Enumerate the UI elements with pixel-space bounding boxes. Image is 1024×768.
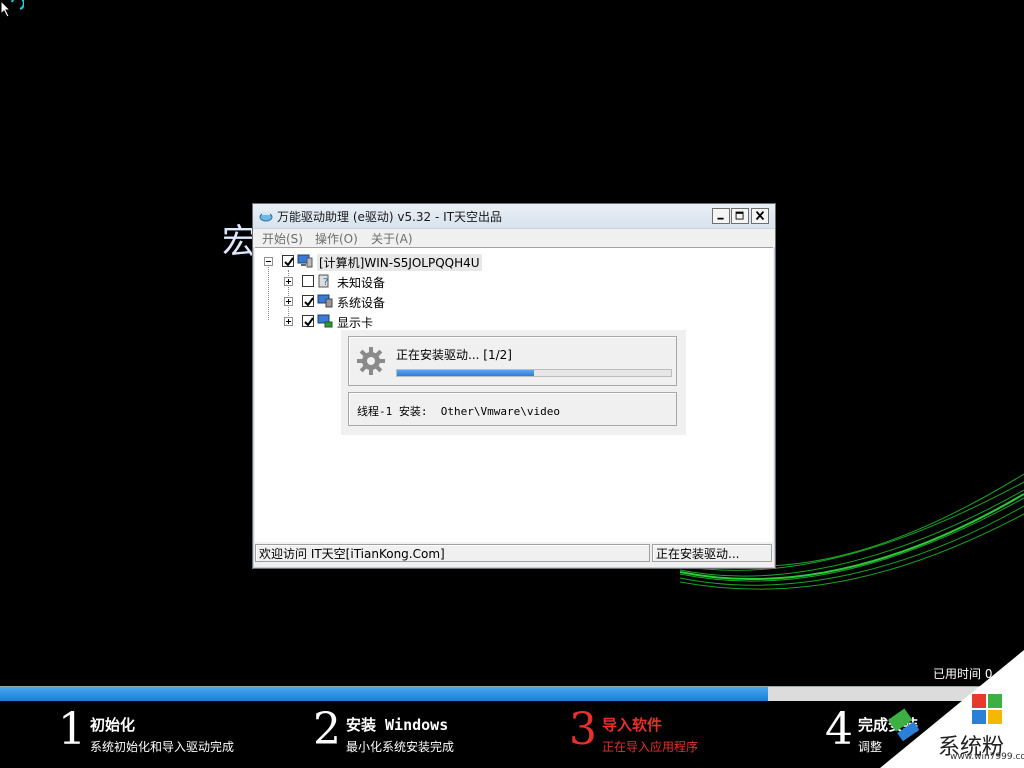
watermark-url: www.win7999.com xyxy=(950,752,1024,762)
system-device-checkbox[interactable] xyxy=(302,295,314,307)
svg-text:?: ? xyxy=(323,277,328,288)
tree-item-label: 显示卡 xyxy=(337,316,374,330)
maximize-icon xyxy=(735,211,744,220)
status-installing: 正在安装驱动... xyxy=(652,544,772,562)
step-number: 2 xyxy=(313,704,341,755)
step-title: 初始化 xyxy=(90,716,136,734)
tree-item-unknown[interactable]: ? 未知设备 xyxy=(283,272,483,292)
tree-root-label: [计算机]WIN-S5JOLPQQH4U xyxy=(317,254,482,271)
install-progress-bar xyxy=(396,369,672,377)
menu-start[interactable]: 开始(S) xyxy=(262,230,303,247)
step-title: 导入软件 xyxy=(602,716,663,734)
step-subtitle: 系统初始化和导入驱动完成 xyxy=(90,740,235,754)
step-subtitle: 最小化系统安装完成 xyxy=(346,740,455,754)
checkmark-icon xyxy=(304,297,314,307)
overall-progress-fill xyxy=(0,687,768,701)
checkmark-icon xyxy=(304,317,314,327)
checkmark-icon xyxy=(284,257,294,267)
unknown-device-checkbox[interactable] xyxy=(302,275,314,287)
step-subtitle: 调整 xyxy=(858,740,883,754)
expand-toggle[interactable] xyxy=(284,317,293,326)
close-button[interactable] xyxy=(751,208,769,224)
overall-progress-bar xyxy=(0,686,1024,701)
system-device-icon xyxy=(317,294,333,308)
app-icon xyxy=(259,212,273,222)
device-tree-panel: [计算机]WIN-S5JOLPQQH4U ? 未知设备 系统设备 显示卡 正在安… xyxy=(255,247,773,542)
window-titlebar[interactable]: 万能驱动助理 (e驱动) v5.32 - IT天空出品 xyxy=(253,204,775,229)
install-status-text: 正在安装驱动... [1/2] xyxy=(396,348,512,362)
display-card-checkbox[interactable] xyxy=(302,315,314,327)
close-icon xyxy=(755,211,765,221)
step-number: 1 xyxy=(58,704,86,755)
install-thread-text: 线程-1 安装: Other\Vmware\video xyxy=(357,405,560,418)
install-progress-panel: 正在安装驱动... [1/2] 线程-1 安装: Other\Vmware\vi… xyxy=(341,330,686,435)
tree-item-system[interactable]: 系统设备 xyxy=(283,292,483,312)
driver-assistant-window: 万能驱动助理 (e驱动) v5.32 - IT天空出品 开始(S) 操作(O) … xyxy=(252,203,776,569)
step-subtitle: 正在导入应用程序 xyxy=(602,740,699,754)
computer-icon xyxy=(297,254,313,268)
tree-item-display[interactable]: 显示卡 xyxy=(283,312,483,332)
minimize-icon xyxy=(717,217,724,220)
menu-about[interactable]: 关于(A) xyxy=(371,230,413,247)
display-adapter-icon xyxy=(317,314,333,328)
tree-item-label: 系统设备 xyxy=(337,296,386,310)
status-bar: 欢迎访问 IT天空[iTianKong.Com] 正在安装驱动... xyxy=(255,542,773,564)
tree-item-label: 未知设备 xyxy=(337,276,386,290)
menu-operate[interactable]: 操作(O) xyxy=(315,230,358,247)
expand-toggle[interactable] xyxy=(284,297,293,306)
mouse-cursor-icon xyxy=(0,0,24,18)
install-progress-fill xyxy=(397,370,534,376)
unknown-device-icon: ? xyxy=(318,274,329,288)
root-checkbox[interactable] xyxy=(282,255,294,267)
step-number: 3 xyxy=(569,704,597,755)
maximize-button[interactable] xyxy=(731,208,749,224)
install-thread-box: 线程-1 安装: Other\Vmware\video xyxy=(348,392,677,426)
menu-bar: 开始(S) 操作(O) 关于(A) xyxy=(253,229,775,247)
tree-root-row[interactable]: [计算机]WIN-S5JOLPQQH4U xyxy=(263,252,503,272)
minimize-button[interactable] xyxy=(712,208,730,224)
expand-toggle[interactable] xyxy=(284,277,293,286)
step-number: 4 xyxy=(825,704,853,755)
gear-icon xyxy=(357,347,385,375)
install-status-box: 正在安装驱动... [1/2] xyxy=(348,336,677,386)
step-title: 安装 Windows xyxy=(346,716,449,734)
status-welcome: 欢迎访问 IT天空[iTianKong.Com] xyxy=(255,544,650,562)
window-title: 万能驱动助理 (e驱动) v5.32 - IT天空出品 xyxy=(277,210,503,224)
collapse-toggle[interactable] xyxy=(264,257,273,266)
